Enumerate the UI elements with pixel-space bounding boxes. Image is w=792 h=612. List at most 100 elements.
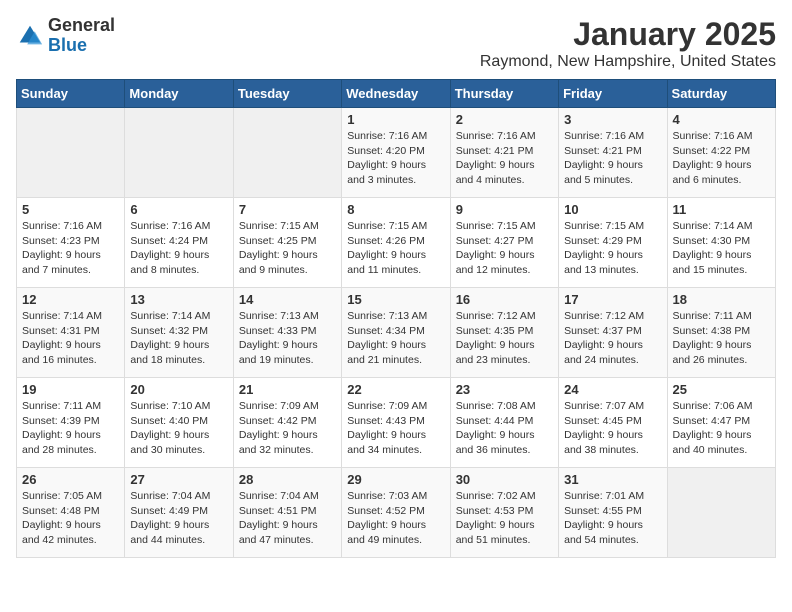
logo-icon (16, 22, 44, 50)
day-info: Sunrise: 7:16 AM Sunset: 4:22 PM Dayligh… (673, 129, 770, 188)
calendar-cell: 20 Sunrise: 7:10 AM Sunset: 4:40 PM Dayli… (125, 378, 233, 468)
day-number: 11 (673, 202, 770, 217)
logo-blue: Blue (48, 36, 115, 56)
calendar-cell: 22Sunrise: 7:09 AM Sunset: 4:43 PM Dayli… (342, 378, 450, 468)
calendar-cell: 6 Sunrise: 7:16 AM Sunset: 4:24 PM Daylig… (125, 198, 233, 288)
day-number: 13 (130, 292, 227, 307)
calendar-table: SundayMondayTuesdayWednesdayThursdayFrid… (16, 79, 776, 558)
day-info: Sunrise: 7:05 AM Sunset: 4:48 PM Dayligh… (22, 489, 119, 548)
calendar-cell: 8 Sunrise: 7:15 AM Sunset: 4:26 PM Daylig… (342, 198, 450, 288)
day-number: 24 (564, 382, 661, 397)
weekday-header-monday: Monday (125, 80, 233, 108)
day-number: 12 (22, 292, 119, 307)
day-info: Sunrise: 7:15 AM Sunset: 4:29 PM Dayligh… (564, 219, 661, 278)
day-number: 10 (564, 202, 661, 217)
page-header: General Blue January 2025 Raymond, New H… (16, 16, 776, 71)
day-info: Sunrise: 7:14 AM Sunset: 4:32 PM Dayligh… (130, 309, 227, 368)
day-info: Sunrise: 7:14 AM Sunset: 4:31 PM Dayligh… (22, 309, 119, 368)
day-number: 1 (347, 112, 444, 127)
day-number: 26 (22, 472, 119, 487)
calendar-cell: 30 Sunrise: 7:02 AM Sunset: 4:53 PM Dayli… (450, 468, 558, 558)
day-number: 25 (673, 382, 770, 397)
logo-general: General (48, 16, 115, 36)
day-number: 3 (564, 112, 661, 127)
day-number: 7 (239, 202, 336, 217)
day-number: 31 (564, 472, 661, 487)
calendar-cell: 5Sunrise: 7:16 AM Sunset: 4:23 PM Daylig… (17, 198, 125, 288)
calendar-cell: 19 Sunrise: 7:11 AM Sunset: 4:39 PM Dayli… (17, 378, 125, 468)
calendar-cell: 31 Sunrise: 7:01 AM Sunset: 4:55 PM Dayli… (559, 468, 667, 558)
calendar-cell: 24 Sunrise: 7:07 AM Sunset: 4:45 PM Dayli… (559, 378, 667, 468)
day-number: 27 (130, 472, 227, 487)
day-number: 21 (239, 382, 336, 397)
day-number: 23 (456, 382, 553, 397)
title-area: January 2025 Raymond, New Hampshire, Uni… (480, 16, 776, 71)
day-number: 29 (347, 472, 444, 487)
day-info: Sunrise: 7:09 AM Sunset: 4:43 PM Dayligh… (347, 399, 444, 458)
day-info: Sunrise: 7:02 AM Sunset: 4:53 PM Dayligh… (456, 489, 553, 548)
calendar-cell: 25 Sunrise: 7:06 AM Sunset: 4:47 PM Dayli… (667, 378, 775, 468)
day-info: Sunrise: 7:04 AM Sunset: 4:49 PM Dayligh… (130, 489, 227, 548)
calendar-cell: 16Sunrise: 7:12 AM Sunset: 4:35 PM Dayli… (450, 288, 558, 378)
day-info: Sunrise: 7:14 AM Sunset: 4:30 PM Dayligh… (673, 219, 770, 278)
calendar-cell: 29 Sunrise: 7:03 AM Sunset: 4:52 PM Dayli… (342, 468, 450, 558)
day-number: 8 (347, 202, 444, 217)
day-info: Sunrise: 7:12 AM Sunset: 4:37 PM Dayligh… (564, 309, 661, 368)
day-number: 15 (347, 292, 444, 307)
day-number: 18 (673, 292, 770, 307)
weekday-header-row: SundayMondayTuesdayWednesdayThursdayFrid… (17, 80, 776, 108)
day-info: Sunrise: 7:16 AM Sunset: 4:21 PM Dayligh… (456, 129, 553, 188)
weekday-header-wednesday: Wednesday (342, 80, 450, 108)
day-info: Sunrise: 7:04 AM Sunset: 4:51 PM Dayligh… (239, 489, 336, 548)
day-number: 30 (456, 472, 553, 487)
calendar-cell (667, 468, 775, 558)
calendar-cell (17, 108, 125, 198)
week-row-2: 5Sunrise: 7:16 AM Sunset: 4:23 PM Daylig… (17, 198, 776, 288)
day-info: Sunrise: 7:15 AM Sunset: 4:27 PM Dayligh… (456, 219, 553, 278)
weekday-header-tuesday: Tuesday (233, 80, 341, 108)
calendar-cell: 3 Sunrise: 7:16 AM Sunset: 4:21 PM Daylig… (559, 108, 667, 198)
day-info: Sunrise: 7:16 AM Sunset: 4:21 PM Dayligh… (564, 129, 661, 188)
day-info: Sunrise: 7:03 AM Sunset: 4:52 PM Dayligh… (347, 489, 444, 548)
day-info: Sunrise: 7:07 AM Sunset: 4:45 PM Dayligh… (564, 399, 661, 458)
calendar-cell: 10 Sunrise: 7:15 AM Sunset: 4:29 PM Dayli… (559, 198, 667, 288)
week-row-4: 19 Sunrise: 7:11 AM Sunset: 4:39 PM Dayli… (17, 378, 776, 468)
week-row-5: 26 Sunrise: 7:05 AM Sunset: 4:48 PM Dayli… (17, 468, 776, 558)
day-number: 16 (456, 292, 553, 307)
location-title: Raymond, New Hampshire, United States (480, 53, 776, 71)
day-info: Sunrise: 7:01 AM Sunset: 4:55 PM Dayligh… (564, 489, 661, 548)
day-info: Sunrise: 7:16 AM Sunset: 4:23 PM Dayligh… (22, 219, 119, 278)
calendar-cell: 28 Sunrise: 7:04 AM Sunset: 4:51 PM Dayli… (233, 468, 341, 558)
day-info: Sunrise: 7:16 AM Sunset: 4:20 PM Dayligh… (347, 129, 444, 188)
day-number: 4 (673, 112, 770, 127)
day-info: Sunrise: 7:13 AM Sunset: 4:33 PM Dayligh… (239, 309, 336, 368)
calendar-cell: 1 Sunrise: 7:16 AM Sunset: 4:20 PM Daylig… (342, 108, 450, 198)
day-number: 6 (130, 202, 227, 217)
calendar-cell: 27 Sunrise: 7:04 AM Sunset: 4:49 PM Dayli… (125, 468, 233, 558)
day-info: Sunrise: 7:15 AM Sunset: 4:26 PM Dayligh… (347, 219, 444, 278)
month-title: January 2025 (480, 16, 776, 53)
week-row-1: 1 Sunrise: 7:16 AM Sunset: 4:20 PM Daylig… (17, 108, 776, 198)
day-info: Sunrise: 7:15 AM Sunset: 4:25 PM Dayligh… (239, 219, 336, 278)
calendar-cell: 18Sunrise: 7:11 AM Sunset: 4:38 PM Dayli… (667, 288, 775, 378)
calendar-cell: 14 Sunrise: 7:13 AM Sunset: 4:33 PM Dayli… (233, 288, 341, 378)
weekday-header-saturday: Saturday (667, 80, 775, 108)
day-info: Sunrise: 7:08 AM Sunset: 4:44 PM Dayligh… (456, 399, 553, 458)
day-info: Sunrise: 7:06 AM Sunset: 4:47 PM Dayligh… (673, 399, 770, 458)
calendar-cell: 23 Sunrise: 7:08 AM Sunset: 4:44 PM Dayli… (450, 378, 558, 468)
day-info: Sunrise: 7:10 AM Sunset: 4:40 PM Dayligh… (130, 399, 227, 458)
day-info: Sunrise: 7:11 AM Sunset: 4:39 PM Dayligh… (22, 399, 119, 458)
calendar-cell: 17 Sunrise: 7:12 AM Sunset: 4:37 PM Dayli… (559, 288, 667, 378)
day-info: Sunrise: 7:16 AM Sunset: 4:24 PM Dayligh… (130, 219, 227, 278)
weekday-header-thursday: Thursday (450, 80, 558, 108)
calendar-cell (233, 108, 341, 198)
day-number: 14 (239, 292, 336, 307)
day-number: 19 (22, 382, 119, 397)
day-number: 17 (564, 292, 661, 307)
calendar-cell: 15Sunrise: 7:13 AM Sunset: 4:34 PM Dayli… (342, 288, 450, 378)
calendar-cell: 21Sunrise: 7:09 AM Sunset: 4:42 PM Dayli… (233, 378, 341, 468)
calendar-cell (125, 108, 233, 198)
calendar-cell: 7 Sunrise: 7:15 AM Sunset: 4:25 PM Daylig… (233, 198, 341, 288)
day-number: 28 (239, 472, 336, 487)
day-number: 20 (130, 382, 227, 397)
